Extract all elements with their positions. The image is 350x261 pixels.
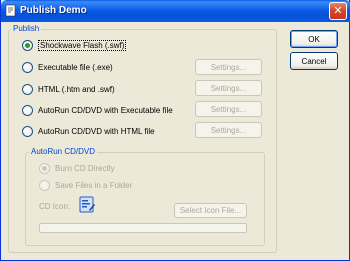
option-save-folder-label: Save Files in a Folder (55, 180, 133, 190)
option-autorun-html[interactable]: AutoRun CD/DVD with HTML file (22, 124, 155, 138)
option-swf-label: Shockwave Flash (.swf) (38, 39, 127, 51)
option-save-folder[interactable]: Save Files in a Folder (39, 178, 132, 192)
ok-button-label: OK (308, 34, 320, 44)
option-swf[interactable]: Shockwave Flash (.swf) (22, 38, 127, 52)
publish-group-label: Publish (11, 24, 42, 33)
radio-autorun-exe[interactable] (22, 104, 33, 116)
ok-button[interactable]: OK (290, 30, 338, 48)
cd-icon (79, 196, 95, 213)
autorun-exe-settings-button[interactable]: Settings... (195, 101, 262, 117)
radio-exe[interactable] (22, 61, 33, 73)
option-burn-cd[interactable]: Burn CD Directly (39, 161, 115, 175)
option-burn-cd-label: Burn CD Directly (55, 163, 115, 173)
window-title: Publish Demo (20, 5, 87, 16)
cancel-button-label: Cancel (301, 56, 327, 66)
radio-burn-cd[interactable] (39, 162, 50, 174)
radio-html[interactable] (22, 83, 33, 95)
close-icon[interactable]: ✕ (329, 2, 347, 20)
html-settings-button[interactable]: Settings... (195, 80, 262, 96)
cancel-button[interactable]: Cancel (290, 52, 338, 70)
radio-save-folder[interactable] (39, 179, 50, 191)
title-bar[interactable]: Publish Demo ✕ (1, 0, 350, 22)
select-icon-file-button[interactable]: Select Icon File... (174, 203, 247, 218)
autorun-html-settings-button[interactable]: Settings... (195, 122, 262, 138)
publish-demo-dialog: Publish Demo ✕ Publish Shockwave Flash (… (0, 0, 350, 261)
output-path-field[interactable] (39, 223, 247, 233)
option-html-label: HTML (.htm and .swf) (38, 84, 115, 94)
radio-swf[interactable] (22, 39, 33, 51)
exe-settings-button[interactable]: Settings... (195, 59, 262, 75)
option-autorun-exe-label: AutoRun CD/DVD with Executable file (38, 105, 173, 115)
option-html[interactable]: HTML (.htm and .swf) (22, 82, 115, 96)
option-exe-label: Executable file (.exe) (38, 62, 113, 72)
option-autorun-html-label: AutoRun CD/DVD with HTML file (38, 126, 155, 136)
autorun-group-label: AutoRun CD/DVD (29, 147, 98, 156)
app-icon (5, 4, 16, 17)
cd-icon-label: CD Icon: (39, 202, 71, 211)
option-autorun-exe[interactable]: AutoRun CD/DVD with Executable file (22, 103, 173, 117)
radio-autorun-html[interactable] (22, 125, 33, 137)
option-exe[interactable]: Executable file (.exe) (22, 60, 113, 74)
